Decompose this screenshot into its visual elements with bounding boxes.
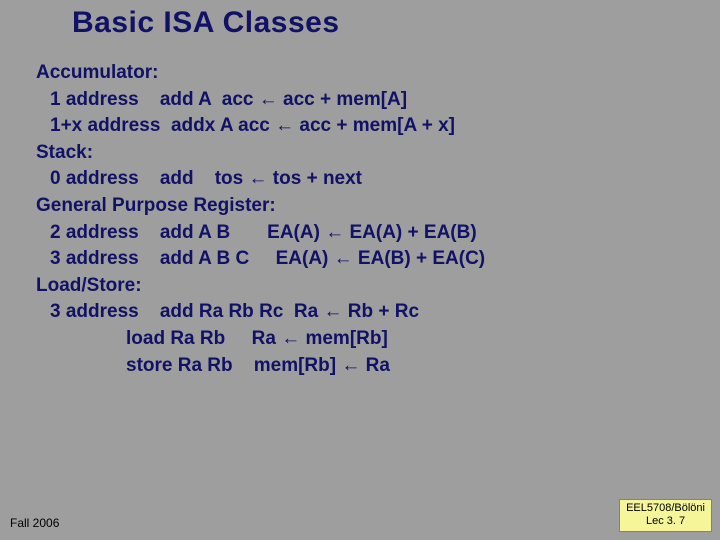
accumulator-row-1: 1+x address addx A acc ← acc + mem[A + x… bbox=[36, 113, 680, 140]
slide: Basic ISA Classes Accumulator: 1 address… bbox=[0, 0, 720, 540]
slide-title: Basic ISA Classes bbox=[72, 6, 340, 40]
gpr-row-1: 3 address add A B C EA(A) ← EA(B) + EA(C… bbox=[36, 246, 680, 273]
footer-lecture: Lec 3. 7 bbox=[626, 515, 705, 529]
loadstore-row-1: load Ra Rb Ra ← mem[Rb] bbox=[36, 326, 680, 353]
footer-course: EEL5708/Bölöni bbox=[626, 502, 705, 516]
loadstore-row-0: 3 address add Ra Rb Rc Ra ← Rb + Rc bbox=[36, 299, 680, 326]
gpr-heading: General Purpose Register: bbox=[36, 193, 680, 220]
stack-heading: Stack: bbox=[36, 140, 680, 167]
footer-right-badge: EEL5708/Bölöni Lec 3. 7 bbox=[619, 499, 712, 533]
accumulator-heading: Accumulator: bbox=[36, 60, 680, 87]
accumulator-row-0: 1 address add A acc ← acc + mem[A] bbox=[36, 87, 680, 114]
footer-left: Fall 2006 bbox=[10, 516, 59, 530]
loadstore-row-2: store Ra Rb mem[Rb] ← Ra bbox=[36, 353, 680, 380]
slide-content: Accumulator: 1 address add A acc ← acc +… bbox=[36, 60, 680, 379]
stack-row-0: 0 address add tos ← tos + next bbox=[36, 166, 680, 193]
gpr-row-0: 2 address add A B EA(A) ← EA(A) + EA(B) bbox=[36, 220, 680, 247]
loadstore-heading: Load/Store: bbox=[36, 273, 680, 300]
